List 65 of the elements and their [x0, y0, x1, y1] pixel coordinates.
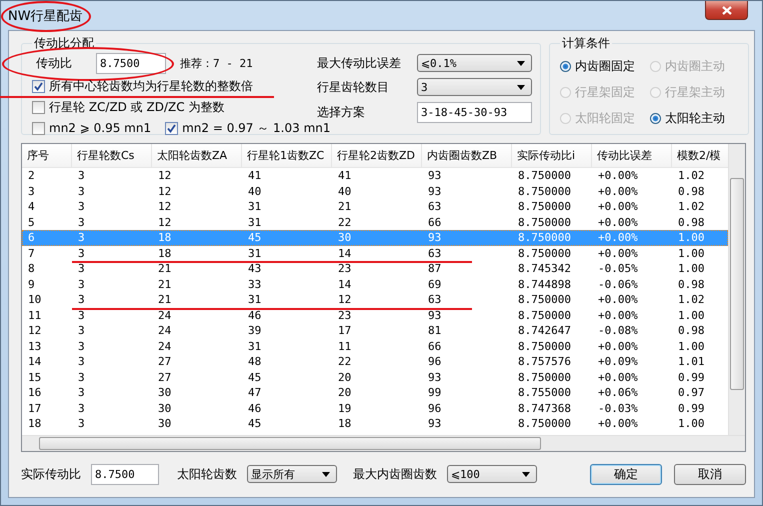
column-header[interactable]: 行星轮1齿数ZC — [242, 144, 332, 167]
horizontal-scrollbar[interactable] — [22, 435, 745, 451]
table-row[interactable]: 18 3 30 45 18 93 8.750000 +0.00% 1.00 — [22, 416, 728, 432]
checkbox[interactable] — [165, 122, 178, 134]
checkbox[interactable] — [32, 80, 45, 92]
table-row[interactable]: 10 3 21 31 12 63 8.750000 +0.00% 1.02 — [22, 292, 728, 308]
field-label: 最大传动比误差 — [317, 54, 402, 72]
caret-icon — [517, 60, 525, 66]
table-row[interactable]: 2 3 12 41 41 93 8.750000 +0.00% 1.02 — [22, 168, 728, 184]
column-header[interactable]: 实际传动比i — [512, 144, 592, 167]
window-title: NW行星配齿 — [8, 8, 83, 24]
checkbox[interactable] — [32, 122, 45, 134]
table-row[interactable]: 8 3 21 43 23 87 8.745342 -0.05% 1.00 — [22, 261, 728, 276]
input-field[interactable]: 8.7500 — [91, 464, 159, 484]
input-field[interactable]: 3-18-45-30-93 — [417, 102, 532, 123]
hint-text: 推荐：7 - 21 — [180, 56, 253, 70]
dropdown[interactable]: ⩽100 — [447, 465, 537, 483]
table-row[interactable]: 17 3 30 46 19 96 8.747368 -0.03% 0.99 — [22, 400, 728, 416]
checkbox-option[interactable]: 行星轮 ZC/ZD 或 ZD/ZC 为整数 — [32, 98, 224, 116]
column-header[interactable]: 序号 — [22, 144, 72, 167]
column-header[interactable]: 太阳轮齿数ZA — [152, 144, 242, 167]
column-header[interactable]: 行星轮2齿数ZD — [332, 144, 422, 167]
field-label: 选择方案 — [317, 104, 366, 121]
checkbox-option[interactable]: mn2 ⩾ 0.95 mn1 — [32, 121, 152, 135]
table-row[interactable]: 3 3 12 40 40 93 8.750000 +0.00% 0.98 — [22, 184, 728, 199]
table-row[interactable]: 14 3 27 48 22 96 8.757576 +0.09% 1.01 — [22, 354, 728, 370]
field-label: 传动比 — [35, 54, 73, 72]
close-icon — [722, 6, 732, 14]
radio-option[interactable]: 内齿圈固定 — [560, 58, 650, 75]
checkbox-option[interactable]: 所有中心轮齿数均为行星轮数的整数倍 — [32, 78, 253, 94]
dropdown[interactable]: ⩽0.1% — [417, 54, 532, 72]
dialog-button[interactable]: 取消 — [674, 464, 746, 484]
table-row[interactable]: 7 3 18 31 14 63 8.750000 +0.00% 1.00 — [22, 246, 728, 261]
radio-button[interactable] — [650, 113, 661, 124]
group-title: 计算条件 — [561, 35, 611, 52]
checkbox-option[interactable]: mn2 = 0.97 ～ 1.03 mn1 — [165, 120, 331, 136]
field-label: 太阳轮齿数 — [177, 466, 237, 482]
table-row[interactable]: 12 3 24 39 17 81 8.742647 -0.08% 0.98 — [22, 323, 728, 338]
table-row[interactable]: 5 3 12 31 22 66 8.750000 +0.00% 0.98 — [22, 214, 728, 230]
column-header[interactable]: 行星轮数Cs — [72, 144, 152, 167]
table-row[interactable]: 4 3 12 31 21 63 8.750000 +0.00% 1.02 — [22, 199, 728, 214]
column-header[interactable]: 传动比误差 — [592, 144, 672, 167]
field-label: 最大内齿圈齿数 — [353, 466, 437, 482]
radio-button[interactable] — [560, 61, 571, 72]
dialog-button[interactable]: 确定 — [590, 464, 662, 484]
caret-icon — [322, 472, 330, 476]
field-label: 行星齿轮数目 — [317, 78, 390, 96]
vertical-scrollbar[interactable] — [728, 144, 745, 435]
caret-icon — [522, 472, 530, 476]
scrollbar-thumb[interactable] — [730, 178, 744, 390]
close-button[interactable] — [705, 1, 748, 20]
field-label: 实际传动比 — [21, 466, 81, 482]
caret-icon — [517, 84, 525, 90]
table-row[interactable]: 11 3 24 46 23 93 8.750000 +0.00% 1.00 — [22, 308, 728, 323]
dropdown[interactable]: 3 — [417, 78, 532, 96]
dropdown[interactable]: 显示所有 — [247, 465, 337, 483]
table-row[interactable]: 15 3 27 45 20 93 8.750000 +0.00% 0.99 — [22, 370, 728, 385]
table-row[interactable]: 9 3 21 33 14 69 8.744898 -0.06% 0.98 — [22, 276, 728, 292]
column-header[interactable]: 内齿圈齿数ZB — [422, 144, 512, 167]
table-row[interactable]: 13 3 24 31 11 66 8.750000 +0.00% 1.00 — [22, 338, 728, 354]
input-field[interactable]: 8.7500 — [96, 52, 166, 74]
table-row[interactable]: 16 3 30 47 20 99 8.755000 +0.06% 0.97 — [22, 385, 728, 400]
scrollbar-thumb[interactable] — [39, 437, 541, 450]
radio-option[interactable]: 太阳轮主动 — [650, 110, 740, 127]
checkbox[interactable] — [32, 100, 45, 114]
